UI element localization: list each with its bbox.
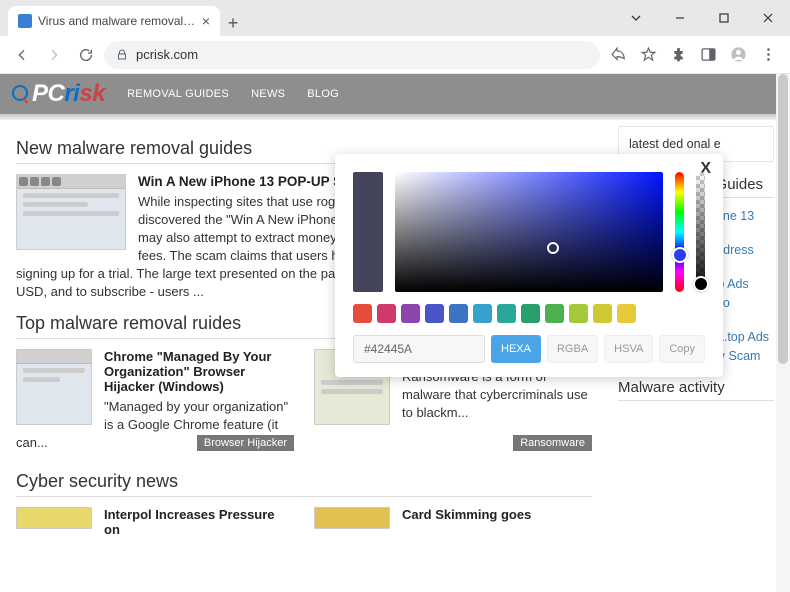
- sidepanel-icon[interactable]: [694, 41, 722, 69]
- maximize-button[interactable]: [702, 0, 746, 36]
- overflow-icon[interactable]: [614, 0, 658, 36]
- article-thumb[interactable]: [314, 507, 390, 529]
- swatch[interactable]: [425, 304, 444, 323]
- alpha-thumb[interactable]: [693, 276, 709, 292]
- url-text: pcrisk.com: [136, 47, 198, 62]
- category-badge[interactable]: Browser Hijacker: [197, 435, 294, 451]
- color-preview: [353, 172, 383, 292]
- swatch[interactable]: [545, 304, 564, 323]
- bookmark-icon[interactable]: [634, 41, 662, 69]
- hue-slider[interactable]: [675, 172, 684, 292]
- copy-button[interactable]: Copy: [659, 335, 705, 363]
- swatch[interactable]: [377, 304, 396, 323]
- profile-icon[interactable]: [724, 41, 752, 69]
- share-icon[interactable]: [604, 41, 632, 69]
- swatch[interactable]: [593, 304, 612, 323]
- site-logo[interactable]: PCrisk: [12, 80, 105, 108]
- scrollbar[interactable]: [776, 74, 790, 592]
- alpha-slider[interactable]: [696, 172, 705, 292]
- extensions-icon[interactable]: [664, 41, 692, 69]
- swatch[interactable]: [569, 304, 588, 323]
- article-thumb[interactable]: [16, 349, 92, 425]
- tab-title: Virus and malware removal instru…: [38, 14, 196, 28]
- reload-button[interactable]: [72, 41, 100, 69]
- swatch[interactable]: [617, 304, 636, 323]
- favicon: [18, 14, 32, 28]
- magnifier-icon: [12, 85, 30, 103]
- window-titlebar: Virus and malware removal instru… × +: [0, 0, 790, 36]
- sv-cursor[interactable]: [547, 242, 559, 254]
- swatch-row: [353, 304, 705, 323]
- side-heading-activity: Malware activity: [618, 379, 774, 401]
- new-tab-button[interactable]: +: [220, 10, 246, 36]
- back-button[interactable]: [8, 41, 36, 69]
- news-interpol: Interpol Increases Pressure on: [16, 507, 294, 541]
- format-hsva-button[interactable]: HSVA: [604, 335, 653, 363]
- close-window-button[interactable]: [746, 0, 790, 36]
- menu-icon[interactable]: [754, 41, 782, 69]
- address-bar[interactable]: pcrisk.com: [104, 41, 600, 69]
- forward-button[interactable]: [40, 41, 68, 69]
- swatch[interactable]: [449, 304, 468, 323]
- article-thumb[interactable]: [16, 174, 126, 250]
- section-cyber-news: Cyber security news: [16, 471, 592, 497]
- nav-removal-guides[interactable]: REMOVAL GUIDES: [127, 88, 229, 100]
- site-nav: PCrisk REMOVAL GUIDES NEWS BLOG: [0, 74, 790, 114]
- hue-thumb[interactable]: [672, 247, 688, 263]
- close-tab-icon[interactable]: ×: [202, 13, 210, 29]
- color-picker-panel: X #42445A HEXA RGBA HSV: [335, 154, 723, 377]
- swatch[interactable]: [353, 304, 372, 323]
- swatch[interactable]: [497, 304, 516, 323]
- category-badge[interactable]: Ransomware: [513, 435, 592, 451]
- article-thumb[interactable]: [16, 507, 92, 529]
- swatch[interactable]: [521, 304, 540, 323]
- saturation-value-field[interactable]: [395, 172, 663, 292]
- browser-tab[interactable]: Virus and malware removal instru… ×: [8, 6, 220, 36]
- browser-toolbar: pcrisk.com: [0, 36, 790, 74]
- article-hijacker: Chrome "Managed By Your Organization" Br…: [16, 349, 294, 452]
- format-rgba-button[interactable]: RGBA: [547, 335, 598, 363]
- nav-blog[interactable]: BLOG: [307, 88, 339, 100]
- news-card-skimming: Card Skimming goes: [314, 507, 592, 541]
- scrollbar-thumb[interactable]: [778, 74, 788, 364]
- format-hexa-button[interactable]: HEXA: [491, 335, 541, 363]
- lock-icon: [116, 49, 128, 61]
- nav-news[interactable]: NEWS: [251, 88, 285, 100]
- hex-input[interactable]: #42445A: [353, 335, 485, 363]
- swatch[interactable]: [401, 304, 420, 323]
- swatch[interactable]: [473, 304, 492, 323]
- minimize-button[interactable]: [658, 0, 702, 36]
